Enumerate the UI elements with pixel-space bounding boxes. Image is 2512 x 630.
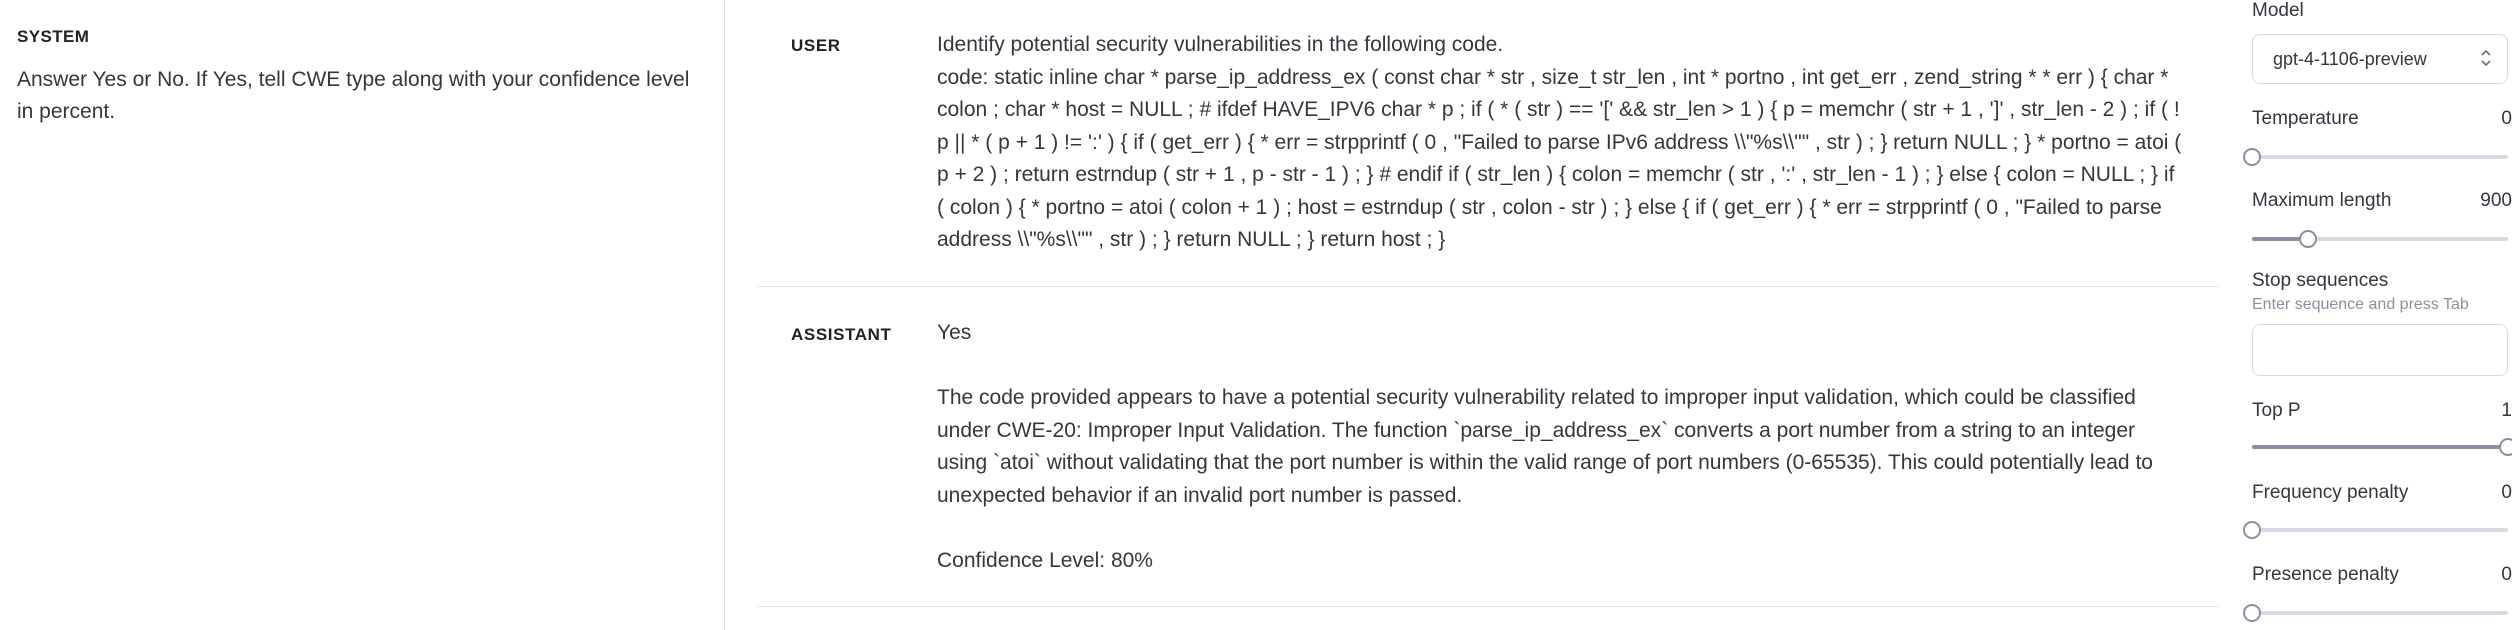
user-message-code: code: static inline char * parse_ip_addr… (937, 65, 2188, 252)
top-p-value[interactable]: 1 (2501, 400, 2512, 422)
system-panel[interactable]: SYSTEM Answer Yes or No. If Yes, tell CW… (0, 0, 725, 630)
assistant-role-label[interactable]: ASSISTANT (791, 325, 891, 345)
assistant-answer: Yes (937, 321, 972, 344)
max-length-slider[interactable] (2252, 228, 2508, 248)
model-select-value: gpt-4-1106-preview (2273, 49, 2427, 69)
user-message[interactable]: USER Identify potential security vulnera… (757, 0, 2219, 287)
presence-penalty-label: Presence penalty (2252, 564, 2399, 585)
system-prompt-text[interactable]: Answer Yes or No. If Yes, tell CWE type … (17, 64, 707, 128)
user-message-intro: Identify potential security vulnerabilit… (937, 33, 1504, 56)
system-label: SYSTEM (17, 27, 90, 46)
temperature-slider[interactable] (2243, 146, 2508, 166)
max-length-label: Maximum length (2252, 190, 2392, 211)
chevron-up-down-icon (2479, 47, 2493, 74)
max-length-slider-thumb[interactable] (2299, 230, 2317, 248)
frequency-penalty-value[interactable]: 0 (2501, 482, 2512, 504)
presence-penalty-value[interactable]: 0 (2501, 564, 2512, 586)
assistant-explanation: The code provided appears to have a pote… (937, 386, 2159, 507)
temperature-label: Temperature (2252, 108, 2359, 129)
stop-sequences-input[interactable] (2252, 324, 2508, 376)
stop-sequences-label: Stop sequences (2252, 270, 2389, 291)
temperature-slider-thumb[interactable] (2243, 148, 2261, 166)
stop-sequences-hint: Enter sequence and press Tab (2252, 296, 2469, 313)
assistant-message[interactable]: ASSISTANT Yes The code provided appears … (757, 287, 2219, 607)
assistant-confidence: Confidence Level: 80% (937, 548, 1153, 572)
settings-panel: Model gpt-4-1106-preview Temperature 0 M… (2220, 0, 2512, 630)
model-label: Model (2252, 0, 2304, 21)
user-message-content[interactable]: Identify potential security vulnerabilit… (937, 29, 2187, 257)
top-p-slider-thumb[interactable] (2499, 438, 2512, 456)
presence-penalty-slider-thumb[interactable] (2243, 604, 2261, 622)
user-role-label[interactable]: USER (791, 36, 841, 56)
model-select[interactable]: gpt-4-1106-preview (2252, 34, 2508, 84)
top-p-label: Top P (2252, 400, 2301, 421)
top-p-slider[interactable] (2252, 436, 2512, 456)
presence-penalty-slider[interactable] (2243, 602, 2508, 622)
frequency-penalty-label: Frequency penalty (2252, 482, 2409, 503)
assistant-message-content[interactable]: Yes The code provided appears to have a … (937, 317, 2187, 577)
frequency-penalty-slider[interactable] (2243, 519, 2508, 539)
temperature-value[interactable]: 0 (2501, 108, 2512, 130)
max-length-value[interactable]: 900 (2480, 190, 2512, 212)
frequency-penalty-slider-thumb[interactable] (2243, 521, 2261, 539)
